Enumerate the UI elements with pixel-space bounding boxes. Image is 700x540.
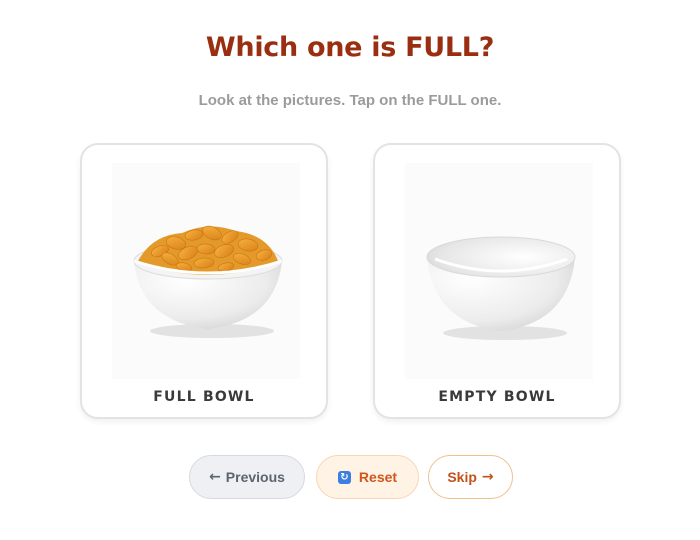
option-card-empty-bowl[interactable]: EMPTY BOWL	[373, 143, 621, 419]
reset-icon: ↻	[337, 470, 351, 484]
previous-button[interactable]: ← Previous	[189, 455, 305, 499]
option-card-full-bowl[interactable]: FULL BOWL	[80, 143, 328, 419]
arrow-left-icon: ←	[209, 469, 221, 485]
skip-button-label: Skip	[447, 469, 477, 485]
option-label-full-bowl: FULL BOWL	[153, 389, 255, 405]
full-bowl-image	[112, 163, 300, 379]
question-title: Which one is FULL?	[205, 32, 495, 63]
reset-button[interactable]: ↻ Reset	[316, 455, 419, 499]
option-label-empty-bowl: EMPTY BOWL	[438, 389, 556, 405]
reset-button-label: Reset	[358, 469, 398, 485]
arrow-right-icon: →	[481, 469, 494, 485]
quiz-page: Which one is FULL? Look at the pictures.…	[0, 0, 700, 540]
skip-button[interactable]: Skip →	[428, 455, 513, 499]
instruction-text: Look at the pictures. Tap on the FULL on…	[198, 92, 502, 109]
empty-bowl-image	[405, 163, 593, 379]
previous-button-label: Previous	[225, 469, 285, 485]
